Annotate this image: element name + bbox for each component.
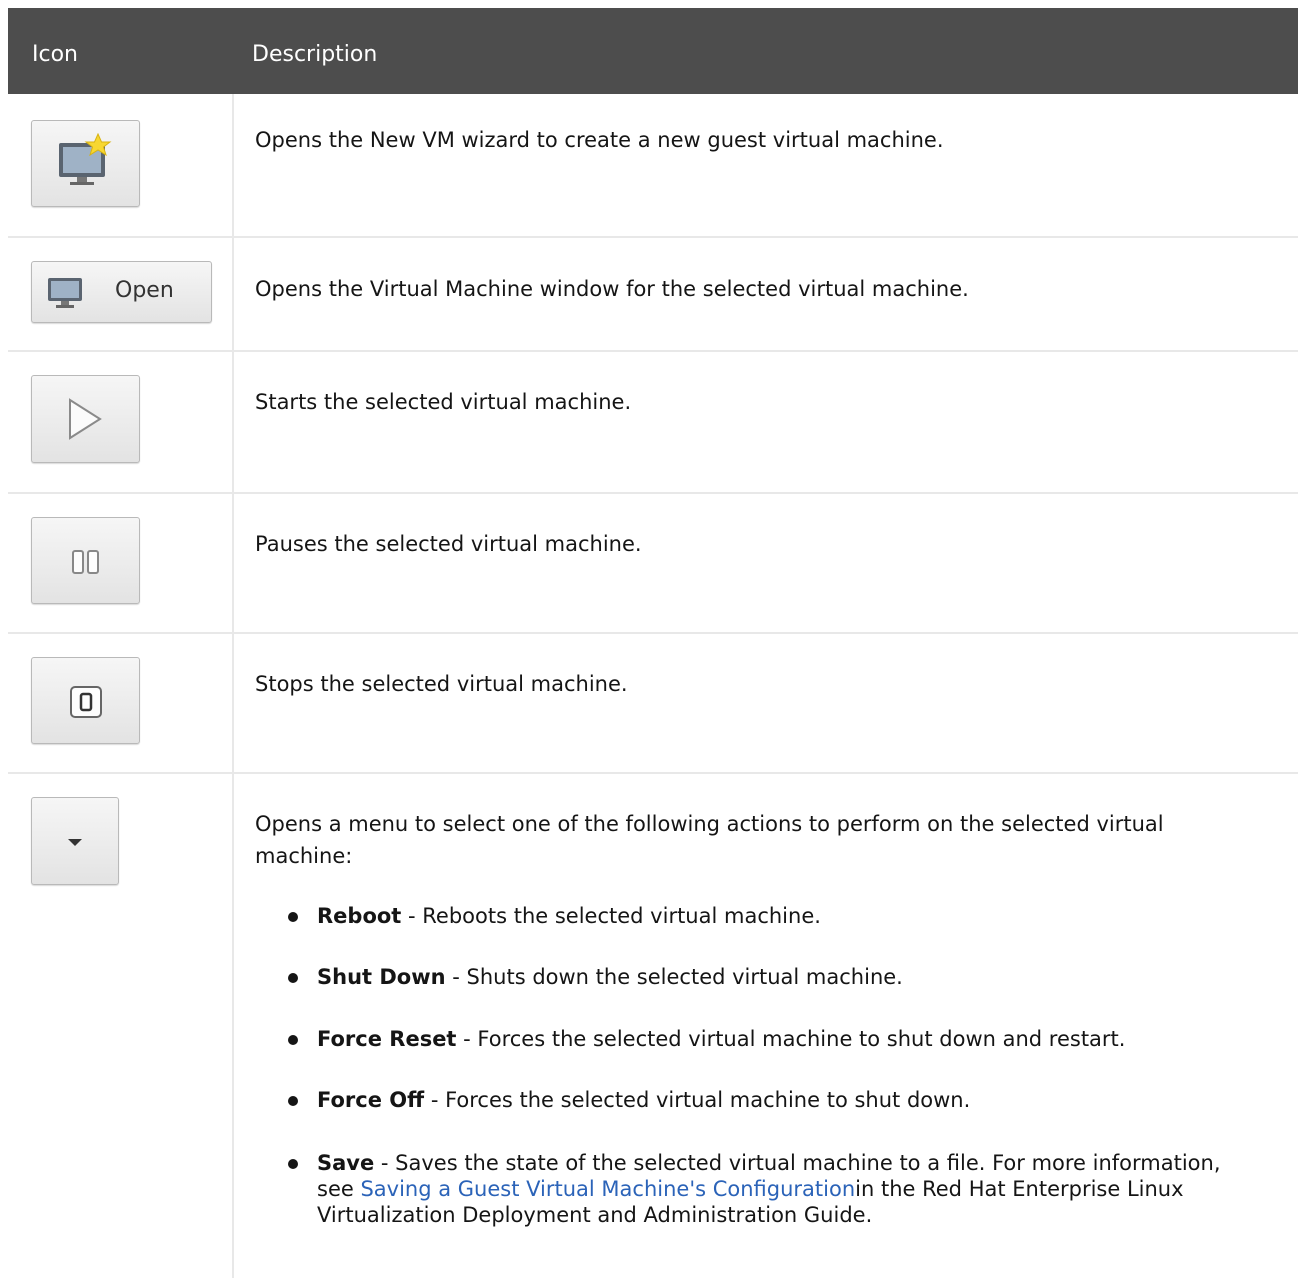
bullet-icon: [288, 1096, 298, 1106]
row-description: Opens the New VM wizard to create a new …: [255, 128, 944, 152]
monitor-icon: [48, 278, 82, 308]
icon-reference-table: Icon Description Opens the New VM wizard…: [8, 8, 1298, 1278]
table-row: Stops the selected virtual machine.: [8, 634, 1298, 772]
row-description: Pauses the selected virtual machine.: [255, 532, 642, 556]
table-row: Starts the selected virtual machine.: [8, 352, 1298, 492]
header-icon-column: Icon: [32, 42, 78, 67]
saving-config-link[interactable]: Saving a Guest Virtual Machine's Configu…: [360, 1177, 855, 1201]
action-name: Reboot: [317, 904, 402, 928]
bullet-icon: [288, 973, 298, 983]
row-description-line-1: Opens a menu to select one of the follow…: [255, 812, 1164, 836]
table-row: Pauses the selected virtual machine.: [8, 494, 1298, 632]
table-row: Opens the New VM wizard to create a new …: [8, 94, 1298, 236]
play-icon: [69, 398, 102, 440]
more-actions-dropdown-button[interactable]: [31, 797, 119, 885]
action-description: - Shuts down the selected virtual machin…: [445, 965, 903, 989]
action-name: Save: [317, 1151, 375, 1175]
action-name: Force Reset: [317, 1027, 457, 1051]
action-name: Shut Down: [317, 965, 446, 989]
open-button-label: Open: [115, 278, 174, 303]
start-button[interactable]: [31, 375, 140, 463]
bullet-icon: [288, 912, 298, 922]
row-description: Opens the Virtual Machine window for the…: [255, 277, 969, 301]
header-description-column: Description: [252, 42, 378, 67]
table-row: Open Opens the Virtual Machine window fo…: [8, 238, 1298, 350]
row-description-line-2: machine:: [255, 844, 353, 868]
new-vm-button[interactable]: [31, 120, 140, 207]
action-description: - Forces the selected virtual machine to…: [424, 1088, 971, 1112]
row-description: Starts the selected virtual machine.: [255, 390, 632, 414]
action-description: - Reboots the selected virtual machine.: [401, 904, 821, 928]
pause-button[interactable]: [31, 517, 140, 604]
bullet-icon: [288, 1035, 298, 1045]
row-description: Stops the selected virtual machine.: [255, 672, 628, 696]
action-name: Force Off: [317, 1088, 425, 1112]
open-button[interactable]: Open: [31, 261, 212, 323]
dropdown-arrow-icon: [68, 839, 82, 846]
table-row: Opens a menu to select one of the follow…: [8, 774, 1298, 1278]
new-vm-icon: [59, 133, 112, 185]
table-header: Icon Description: [8, 8, 1298, 94]
bullet-icon: [288, 1159, 298, 1169]
pause-icon: [72, 550, 99, 574]
stop-icon: [70, 686, 102, 718]
stop-button[interactable]: [31, 657, 140, 744]
action-description: - Forces the selected virtual machine to…: [456, 1027, 1126, 1051]
